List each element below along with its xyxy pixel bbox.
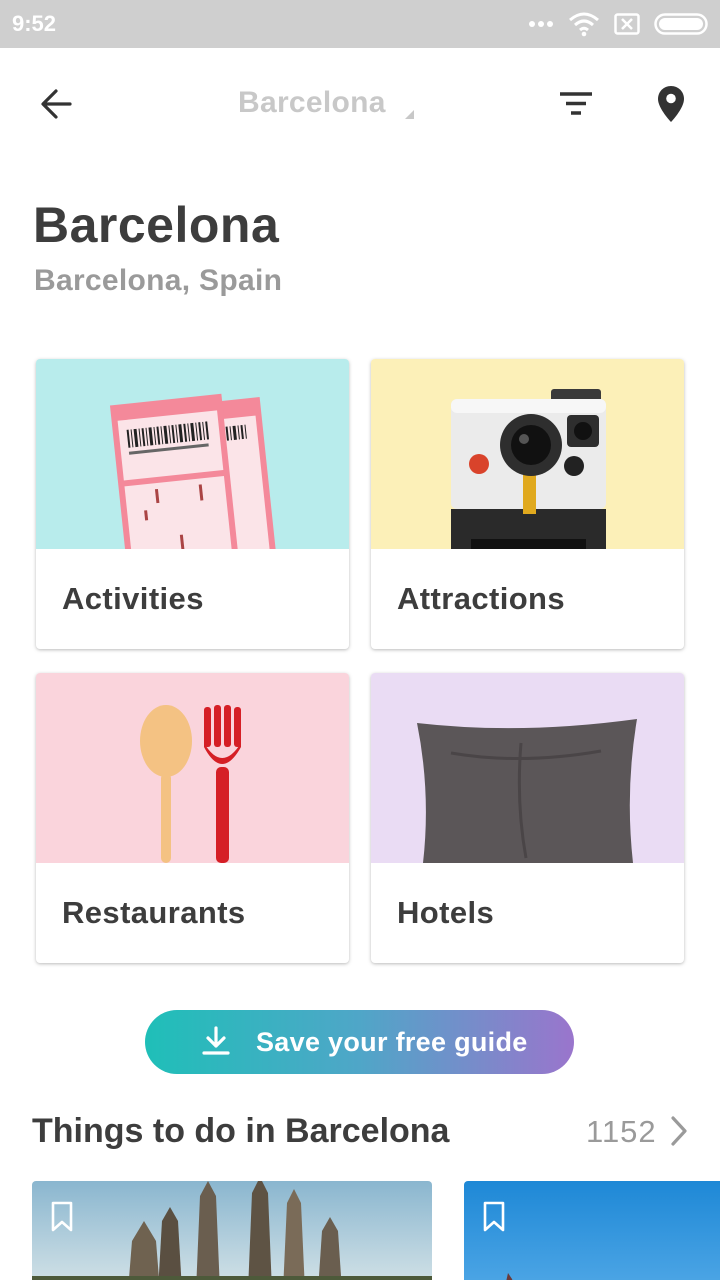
instant-camera-image: [371, 359, 684, 549]
page-title: Barcelona: [33, 197, 280, 253]
category-card-activities[interactable]: Activities: [36, 359, 349, 649]
status-time: 9:52: [12, 11, 57, 36]
page-subtitle: Barcelona, Spain: [34, 264, 283, 297]
category-label: Restaurants: [62, 895, 246, 930]
title-caret-icon: [405, 110, 414, 119]
filter-icon: [560, 92, 592, 115]
things-to-do-count[interactable]: 1152: [586, 1114, 657, 1150]
back-button[interactable]: [28, 76, 84, 132]
download-icon: [202, 1026, 230, 1055]
status-bar: 9:52: [0, 0, 720, 48]
app-bar: Barcelona: [0, 48, 720, 160]
battery-icon: [654, 13, 708, 35]
category-card-restaurants[interactable]: Restaurants: [36, 673, 349, 963]
arrow-left-icon: [41, 89, 72, 119]
bookmark-icon[interactable]: [50, 1201, 74, 1233]
thing-card[interactable]: [464, 1181, 720, 1280]
save-guide-label: Save your free guide: [256, 1027, 528, 1057]
category-card-attractions[interactable]: Attractions: [371, 359, 684, 649]
tickets-image: [36, 359, 349, 549]
pillow-image: [371, 673, 684, 863]
save-guide-button[interactable]: Save your free guide: [145, 1010, 574, 1074]
app-bar-title[interactable]: Barcelona: [238, 86, 386, 120]
things-to-do-title: Things to do in Barcelona: [32, 1112, 450, 1150]
sim-card-icon: [614, 13, 640, 35]
category-label: Activities: [62, 581, 204, 616]
sagrada-familia-image: [32, 1181, 432, 1280]
category-label: Attractions: [397, 581, 566, 616]
wifi-icon: [569, 12, 599, 37]
bookmark-icon[interactable]: [482, 1201, 506, 1233]
category-label: Hotels: [397, 895, 495, 930]
more-dots-icon: [529, 21, 553, 27]
chevron-right-icon[interactable]: [668, 1114, 690, 1148]
map-pin-icon: [658, 86, 684, 122]
thing-card[interactable]: [32, 1181, 432, 1280]
filter-button[interactable]: [548, 76, 604, 132]
spoon-and-fork-image: [36, 673, 349, 863]
status-icons: [528, 10, 708, 38]
map-button[interactable]: [643, 76, 699, 132]
category-card-hotels[interactable]: Hotels: [371, 673, 684, 963]
